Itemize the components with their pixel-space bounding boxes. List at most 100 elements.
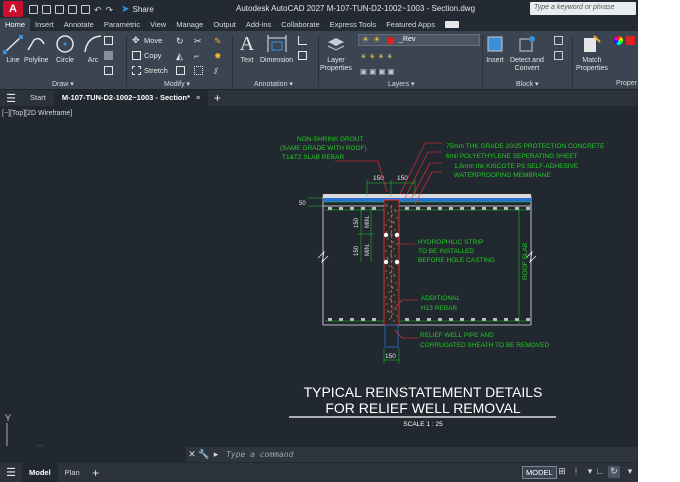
- hamburger-menu-icon[interactable]: ☰: [0, 90, 22, 106]
- search-input[interactable]: Type a keyword or phrase: [530, 2, 636, 15]
- block-editor-icon[interactable]: [554, 36, 563, 45]
- grid-icon[interactable]: ⊞: [556, 466, 568, 478]
- trim-icon[interactable]: ✂: [194, 36, 202, 47]
- tab-home[interactable]: Home: [0, 18, 31, 31]
- current-layer-name: _Rev: [399, 36, 416, 43]
- share-button[interactable]: ➤ Share: [121, 4, 154, 15]
- offset-icon[interactable]: ⫽: [214, 66, 218, 77]
- command-prompt-icon[interactable]: ▸: [210, 449, 222, 461]
- rebar-bar: [328, 318, 332, 321]
- autocad-app-icon[interactable]: A: [3, 1, 23, 17]
- tab-featured-apps[interactable]: Featured Apps: [381, 18, 440, 31]
- dimension-tool[interactable]: Dimension: [260, 33, 293, 65]
- layer-tools-row-2[interactable]: ▣ ▣ ▣ ▣: [360, 67, 395, 76]
- hatch-icon[interactable]: [104, 51, 113, 60]
- tab-parametric[interactable]: Parametric: [99, 18, 145, 31]
- copy-button[interactable]: Copy: [132, 51, 162, 60]
- tab-manage[interactable]: Manage: [171, 18, 208, 31]
- polyline-tool[interactable]: Polyline: [24, 33, 49, 65]
- layout-menu-icon[interactable]: ☰: [0, 465, 22, 481]
- ribbon-toggle-icon[interactable]: [444, 21, 459, 28]
- explode-icon[interactable]: ✸: [214, 51, 222, 62]
- polar-dropdown-icon[interactable]: ▾: [624, 466, 636, 478]
- drawing-canvas[interactable]: 150 150 50 150 MIN. 150 MIN. 150 ROOF SL…: [0, 106, 638, 446]
- copy-label: Copy: [144, 51, 162, 60]
- svg-text:HYDROPHILIC STRIP: HYDROPHILIC STRIP: [418, 239, 483, 246]
- tab-insert[interactable]: Insert: [30, 18, 59, 31]
- scale-icon[interactable]: [176, 66, 185, 75]
- new-layout-button[interactable]: +: [87, 466, 105, 480]
- properties-panel-label[interactable]: Proper: [616, 80, 637, 87]
- svg-text:(SAME GRADE WITH ROOF): (SAME GRADE WITH ROOF): [280, 145, 367, 152]
- erase-icon[interactable]: ✎: [214, 36, 222, 47]
- rebar-bar: [449, 318, 453, 321]
- tab-annotate[interactable]: Annotate: [59, 18, 99, 31]
- mirror-icon[interactable]: ◭: [176, 51, 183, 62]
- rebar-bar: [427, 207, 431, 210]
- leader-icon[interactable]: [298, 36, 307, 45]
- new-tab-button[interactable]: +: [208, 91, 226, 105]
- undo-icon[interactable]: ↶: [94, 5, 102, 15]
- line-tool[interactable]: Line: [2, 33, 24, 65]
- tab-express-tools[interactable]: Express Tools: [325, 18, 382, 31]
- new-file-icon[interactable]: [29, 4, 38, 14]
- ribbon-panel: Line Polyline Circle Arc Draw ▾ ✥ Move Co…: [0, 31, 638, 90]
- move-button[interactable]: ✥ Move: [132, 35, 162, 46]
- tab-output[interactable]: Output: [208, 18, 241, 31]
- layer-dropdown[interactable]: ☀ ☀ _Rev: [358, 34, 480, 46]
- circle-tool[interactable]: Circle: [54, 33, 76, 65]
- close-tab-icon[interactable]: ×: [196, 93, 200, 102]
- rebar-bar: [449, 207, 453, 210]
- attribute-icon[interactable]: [554, 51, 563, 60]
- layer-properties-tool[interactable]: Layer Properties: [320, 33, 352, 73]
- fillet-icon[interactable]: ⌐: [194, 51, 199, 61]
- ucs-x-label: X: [37, 444, 43, 446]
- stretch-button[interactable]: Stretch: [132, 66, 168, 75]
- rebar-bar: [526, 207, 530, 210]
- model-space-button[interactable]: MODEL: [522, 466, 557, 479]
- annotation-panel-label[interactable]: Annotation ▾: [254, 80, 293, 88]
- ucs-y-label: Y: [5, 413, 11, 423]
- color-swatch-icon[interactable]: [626, 36, 635, 45]
- gradient-icon[interactable]: [104, 66, 113, 75]
- move-icon: ✥: [132, 35, 140, 45]
- plot-icon[interactable]: [81, 4, 90, 14]
- array-icon[interactable]: [194, 66, 203, 75]
- layers-panel-label[interactable]: Layers ▾: [388, 80, 414, 88]
- table-icon[interactable]: [298, 51, 307, 60]
- rectangle-icon[interactable]: [104, 36, 113, 45]
- tab-model[interactable]: Model: [22, 463, 58, 482]
- tab-start[interactable]: Start: [22, 90, 54, 106]
- draw-panel-label[interactable]: Draw ▾: [52, 80, 74, 88]
- svg-text:ADDITIONAL: ADDITIONAL: [421, 295, 460, 302]
- tab-plan[interactable]: Plan: [58, 463, 87, 482]
- text-tool[interactable]: A Text: [236, 33, 258, 65]
- scale-label: SCALE 1 : 25: [403, 421, 443, 428]
- command-input[interactable]: Type a command: [226, 448, 638, 461]
- customize-command-icon[interactable]: 🔧: [198, 449, 210, 461]
- tab-collaborate[interactable]: Collaborate: [276, 18, 324, 31]
- rotate-icon[interactable]: ↻: [176, 36, 184, 47]
- save-as-icon[interactable]: [68, 4, 77, 14]
- insert-tool[interactable]: Insert: [484, 33, 506, 65]
- close-command-icon[interactable]: ✕: [186, 449, 198, 461]
- ortho-icon[interactable]: ∟: [594, 466, 606, 478]
- match-properties-tool[interactable]: Match Properties: [576, 33, 608, 73]
- snap-icon[interactable]: ⁞: [570, 466, 582, 478]
- polar-tracking-icon[interactable]: ↻: [608, 466, 620, 478]
- redo-icon[interactable]: ↷: [106, 5, 114, 15]
- layer-tools-row-1[interactable]: ☀ ☀ ☀ ☀: [360, 52, 393, 61]
- arc-tool[interactable]: Arc: [82, 33, 104, 65]
- tab-current-drawing[interactable]: M-107-TUN-D2-1002~1003 - Section* ×: [53, 90, 209, 106]
- open-file-icon[interactable]: [42, 4, 51, 14]
- block-panel-label[interactable]: Block ▾: [516, 80, 539, 88]
- tab-view[interactable]: View: [145, 18, 171, 31]
- save-icon[interactable]: [55, 4, 64, 14]
- grout-aggregate: [390, 253, 392, 255]
- detect-convert-tool[interactable]: Detect and Convert: [510, 33, 544, 73]
- color-wheel-icon[interactable]: [614, 36, 623, 45]
- panel-separator: [482, 35, 483, 87]
- modify-panel-label[interactable]: Modify ▾: [164, 80, 190, 88]
- grout-aggregate: [385, 250, 387, 252]
- tab-add-ins[interactable]: Add-ins: [241, 18, 276, 31]
